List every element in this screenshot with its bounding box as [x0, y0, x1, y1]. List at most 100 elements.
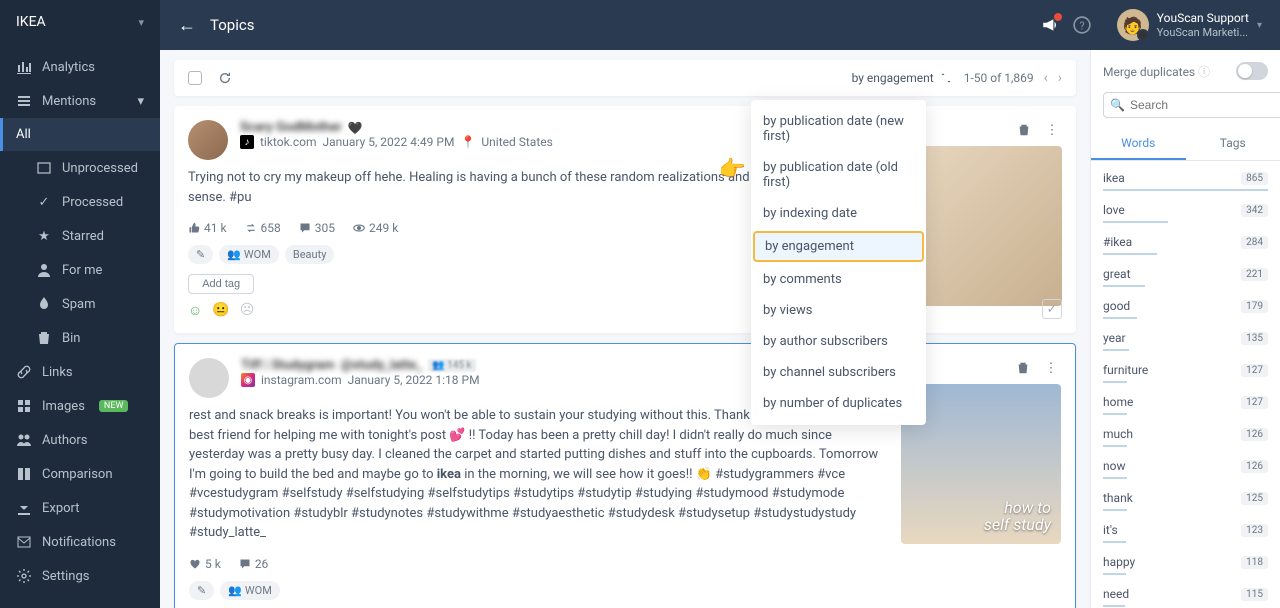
announce-icon[interactable]: [1041, 16, 1059, 34]
tag-edit-icon[interactable]: ✎: [188, 245, 213, 264]
sort-label: by engagement: [852, 71, 934, 85]
mentions-icon: [16, 93, 32, 109]
nav-bin[interactable]: Bin: [0, 321, 160, 355]
nav-starred[interactable]: ★ Starred: [0, 219, 160, 253]
pointing-hand-icon: 👉: [719, 157, 746, 182]
next-page[interactable]: ›: [1058, 70, 1062, 86]
word-row[interactable]: great221: [1103, 263, 1268, 285]
nav-all[interactable]: All: [0, 118, 160, 151]
delete-icon[interactable]: [1014, 120, 1034, 140]
author-name: Scary GodMother: [240, 120, 342, 135]
word-row[interactable]: now126: [1103, 455, 1268, 477]
sort-option[interactable]: by author subscribers: [751, 326, 926, 357]
word-row[interactable]: #ikea284: [1103, 231, 1268, 253]
merge-duplicates-toggle[interactable]: [1236, 62, 1268, 80]
words-search-input[interactable]: [1103, 92, 1280, 118]
word-row[interactable]: it's123: [1103, 519, 1268, 541]
search-icon: 🔍: [1110, 98, 1125, 112]
download-icon: [16, 500, 32, 516]
sort-option[interactable]: by indexing date: [751, 198, 926, 229]
source-link[interactable]: tiktok.com: [260, 135, 316, 149]
sort-option[interactable]: by publication date (old first): [751, 152, 926, 198]
user-menu[interactable]: 🧑 YouScan Support YouScan Marketi... ▾: [1117, 9, 1262, 41]
delete-icon[interactable]: [1013, 358, 1033, 378]
approve-checkbox[interactable]: ✓: [1042, 299, 1062, 319]
post-date: January 5, 2022 1:18 PM: [348, 373, 480, 387]
nav-mentions[interactable]: Mentions ▾: [0, 84, 160, 118]
word-row[interactable]: happy118: [1103, 551, 1268, 573]
nav-analytics[interactable]: Analytics: [0, 50, 160, 84]
word-row[interactable]: much126: [1103, 423, 1268, 445]
tag-edit-icon[interactable]: ✎: [189, 581, 214, 600]
nav-images[interactable]: Images NEW: [0, 389, 160, 423]
heart-icon: [189, 558, 201, 570]
star-icon: ★: [36, 228, 52, 244]
sentiment-negative[interactable]: ☹: [240, 302, 255, 319]
nav-authors[interactable]: Authors: [0, 423, 160, 457]
feed-toolbar: by engagement 1-50 of 1,869 ‹ › 👉 by pub…: [174, 60, 1076, 96]
mention-thumbnail[interactable]: [902, 146, 1062, 306]
word-row[interactable]: ikea865: [1103, 167, 1268, 189]
sort-dropdown-menu: by publication date (new first) by publi…: [751, 100, 926, 425]
repost-icon: [245, 222, 257, 234]
sort-dropdown-trigger[interactable]: by engagement: [852, 71, 952, 85]
sort-option[interactable]: by publication date (new first): [751, 106, 926, 152]
author-avatar: [189, 358, 229, 398]
user-org: YouScan Marketi...: [1157, 26, 1249, 39]
word-row[interactable]: love342: [1103, 199, 1268, 221]
tag-chip[interactable]: 👥WOM: [220, 581, 280, 600]
nav-processed[interactable]: ✓ Processed: [0, 185, 160, 219]
nav-unprocessed[interactable]: Unprocessed: [0, 151, 160, 185]
nav-spam[interactable]: Spam: [0, 287, 160, 321]
images-icon: [16, 398, 32, 414]
sort-option[interactable]: by channel subscribers: [751, 357, 926, 388]
add-tag-button[interactable]: Add tag: [188, 274, 254, 294]
word-row[interactable]: good179: [1103, 295, 1268, 317]
thumb-caption: how toself study: [984, 499, 1051, 534]
back-button[interactable]: ←: [178, 15, 196, 36]
gear-icon: [16, 568, 32, 584]
sentiment-neutral[interactable]: 😐: [212, 302, 229, 319]
select-all-checkbox[interactable]: [188, 71, 202, 85]
tab-words[interactable]: Words: [1091, 128, 1186, 160]
mention-card: ⋮ Tiff | Studygram @study_latte_ 👥 145 k…: [174, 343, 1076, 608]
prev-page[interactable]: ‹: [1044, 70, 1048, 86]
word-row[interactable]: furniture127: [1103, 359, 1268, 381]
sentiment-positive[interactable]: ☺: [188, 302, 202, 319]
nav-notifications[interactable]: Notifications: [0, 525, 160, 559]
location: United States: [481, 135, 552, 149]
avatar: 🧑: [1117, 9, 1149, 41]
sort-option[interactable]: by number of duplicates: [751, 388, 926, 419]
tab-tags[interactable]: Tags: [1186, 128, 1280, 160]
word-row[interactable]: home127: [1103, 391, 1268, 413]
nav-settings[interactable]: Settings: [0, 559, 160, 593]
word-row[interactable]: thank125: [1103, 487, 1268, 509]
merge-duplicates-label: Merge duplicates ⓘ: [1103, 63, 1210, 80]
svg-text:?: ?: [1079, 20, 1084, 33]
author-name: Tiff | Studygram: [241, 358, 335, 373]
tag-chip[interactable]: 👥WOM: [219, 245, 279, 264]
chevron-down-icon: ▾: [138, 16, 144, 29]
workspace-selector[interactable]: IKEA ▾: [0, 0, 160, 44]
more-icon[interactable]: ⋮: [1041, 358, 1061, 378]
sort-option[interactable]: by comments: [751, 264, 926, 295]
sort-option[interactable]: by views: [751, 295, 926, 326]
inbox-icon: [36, 160, 52, 176]
help-icon[interactable]: ?: [1073, 16, 1091, 34]
word-row[interactable]: need115: [1103, 583, 1268, 605]
reload-button[interactable]: [218, 71, 232, 85]
tag-chip[interactable]: Beauty: [285, 245, 335, 264]
source-link[interactable]: instagram.com: [261, 373, 342, 387]
post-date: January 5, 2022 4:49 PM: [322, 135, 454, 149]
topbar: ← Topics ? 🧑 YouScan Support YouScan Mar…: [160, 0, 1280, 50]
thumb-icon: [188, 222, 200, 234]
sort-option-selected[interactable]: by engagement: [753, 231, 924, 262]
nav-export[interactable]: Export: [0, 491, 160, 525]
trash-icon: [36, 330, 52, 346]
more-icon[interactable]: ⋮: [1042, 120, 1062, 140]
word-row[interactable]: year135: [1103, 327, 1268, 349]
nav-comparison[interactable]: Comparison: [0, 457, 160, 491]
comment-icon: [239, 558, 251, 570]
nav-forme[interactable]: For me: [0, 253, 160, 287]
nav-links[interactable]: Links: [0, 355, 160, 389]
